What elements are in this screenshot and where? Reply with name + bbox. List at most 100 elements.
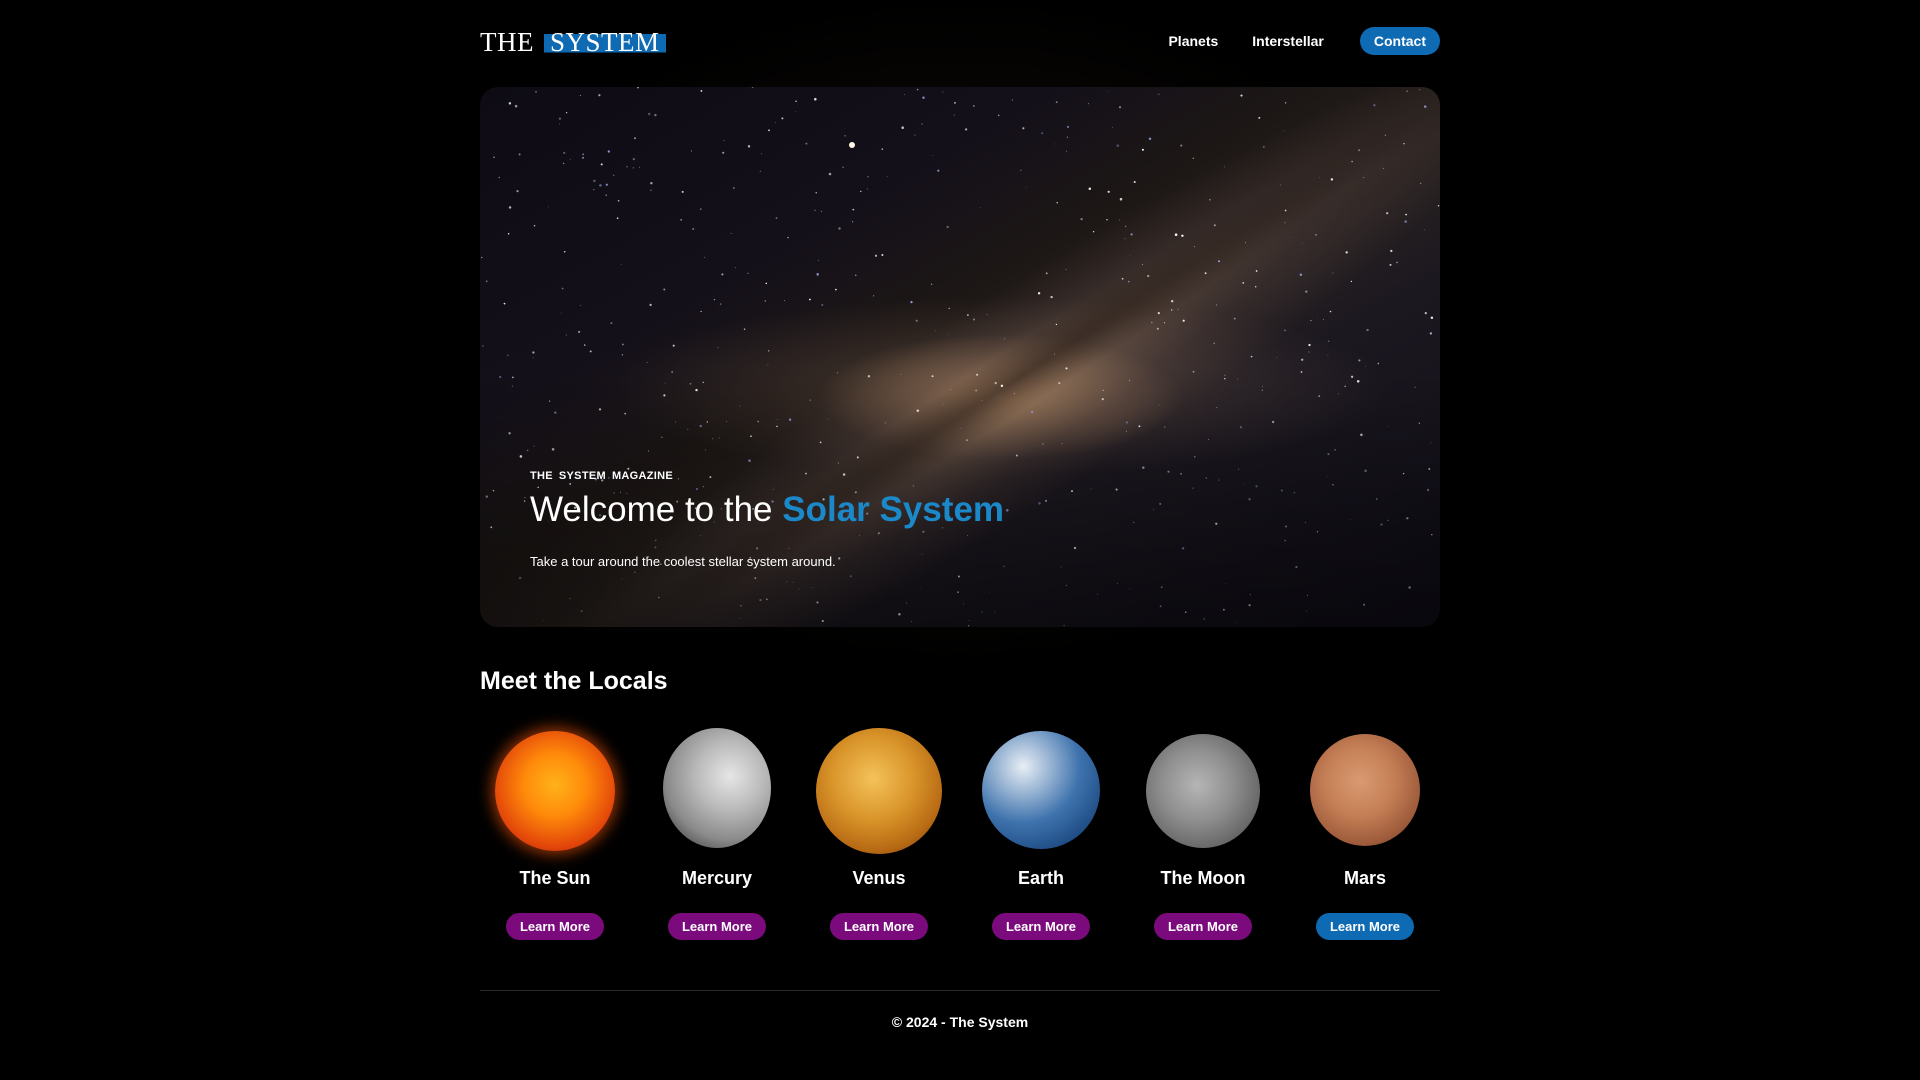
star: [814, 97, 817, 101]
star: [605, 183, 608, 186]
star: [1384, 134, 1387, 136]
star: [579, 95, 581, 97]
hero-headline: Welcome to the Solar System: [530, 490, 1004, 530]
star: [964, 128, 968, 131]
star: [747, 272, 749, 274]
star: [610, 322, 613, 325]
star: [1284, 329, 1286, 332]
learn-more-button[interactable]: Learn More: [829, 913, 929, 940]
star: [1053, 143, 1055, 145]
star: [842, 166, 844, 168]
star: [1171, 309, 1173, 311]
star: [482, 345, 484, 347]
star: [1112, 126, 1113, 128]
star: [1118, 106, 1122, 109]
star: [681, 190, 684, 193]
star: [795, 100, 797, 103]
star: [1386, 212, 1389, 215]
star: [1215, 304, 1218, 306]
star: [764, 300, 767, 302]
star: [481, 256, 483, 259]
star: [721, 273, 724, 276]
star: [866, 188, 868, 190]
star: [838, 227, 841, 230]
star: [1182, 319, 1185, 322]
star: [751, 87, 754, 88]
star: [1037, 292, 1041, 295]
star: [1382, 167, 1384, 170]
star: [1133, 180, 1136, 184]
star: [1424, 311, 1427, 315]
star: [1363, 177, 1365, 179]
moon-icon: [1146, 734, 1260, 848]
star: [1119, 197, 1123, 201]
star: [1396, 261, 1398, 264]
star: [1250, 355, 1253, 358]
star: [692, 227, 695, 231]
star: [1055, 101, 1058, 104]
star: [1066, 150, 1068, 152]
star: [560, 312, 562, 314]
star: [1056, 202, 1058, 204]
star: [874, 254, 878, 257]
star: [1124, 225, 1127, 228]
learn-more-button[interactable]: Learn More: [991, 913, 1091, 940]
star: [503, 302, 506, 305]
star: [1284, 102, 1287, 104]
star: [605, 194, 607, 196]
site-footer: © 2024 - The System: [891, 1014, 1029, 1030]
star: [647, 112, 651, 116]
star: [650, 189, 652, 191]
star: [723, 140, 725, 141]
star: [873, 295, 875, 297]
learn-more-button[interactable]: Learn More: [505, 913, 605, 940]
nav-contact-button[interactable]: Contact: [1359, 27, 1440, 55]
nav-interstellar-link[interactable]: Interstellar: [1235, 27, 1341, 55]
star: [1116, 144, 1120, 147]
star: [953, 114, 955, 116]
star: [719, 303, 722, 305]
star: [821, 304, 824, 306]
star: [910, 300, 913, 304]
star: [717, 347, 719, 349]
star: [1204, 272, 1207, 275]
star: [1305, 290, 1308, 293]
headline-prefix: Welcome to the: [530, 490, 783, 529]
star: [533, 224, 536, 227]
star: [967, 314, 969, 316]
star: [600, 163, 603, 166]
star: [1389, 263, 1392, 266]
star: [1284, 209, 1287, 212]
star: [787, 236, 789, 239]
star: [637, 87, 639, 89]
star: [562, 162, 565, 165]
kicker-word: SYSTEM: [558, 470, 606, 482]
star: [672, 344, 675, 347]
learn-more-button[interactable]: Learn More: [1153, 913, 1253, 940]
star: [809, 298, 811, 301]
star: [1233, 317, 1236, 320]
nav-planets-link[interactable]: Planets: [1151, 27, 1235, 55]
star: [735, 267, 736, 269]
star: [1022, 127, 1025, 130]
star: [703, 256, 705, 258]
star: [835, 288, 837, 291]
star: [1045, 272, 1048, 275]
star: [1255, 270, 1258, 272]
learn-more-button[interactable]: Learn More: [1315, 913, 1415, 940]
star: [1171, 300, 1174, 303]
star: [1163, 322, 1166, 324]
local-name: Mars: [1343, 868, 1387, 888]
star: [765, 282, 768, 285]
star: [1330, 178, 1334, 181]
site-logo[interactable]: THE SYSTEM: [480, 26, 666, 58]
star: [743, 328, 746, 330]
star: [582, 153, 584, 156]
kicker-word: MAGAZINE: [611, 470, 674, 482]
mercury-icon: [663, 728, 771, 848]
star: [768, 129, 770, 132]
learn-more-button[interactable]: Learn More: [667, 913, 767, 940]
star: [1157, 311, 1160, 315]
star: [1308, 343, 1311, 347]
star: [493, 156, 495, 158]
